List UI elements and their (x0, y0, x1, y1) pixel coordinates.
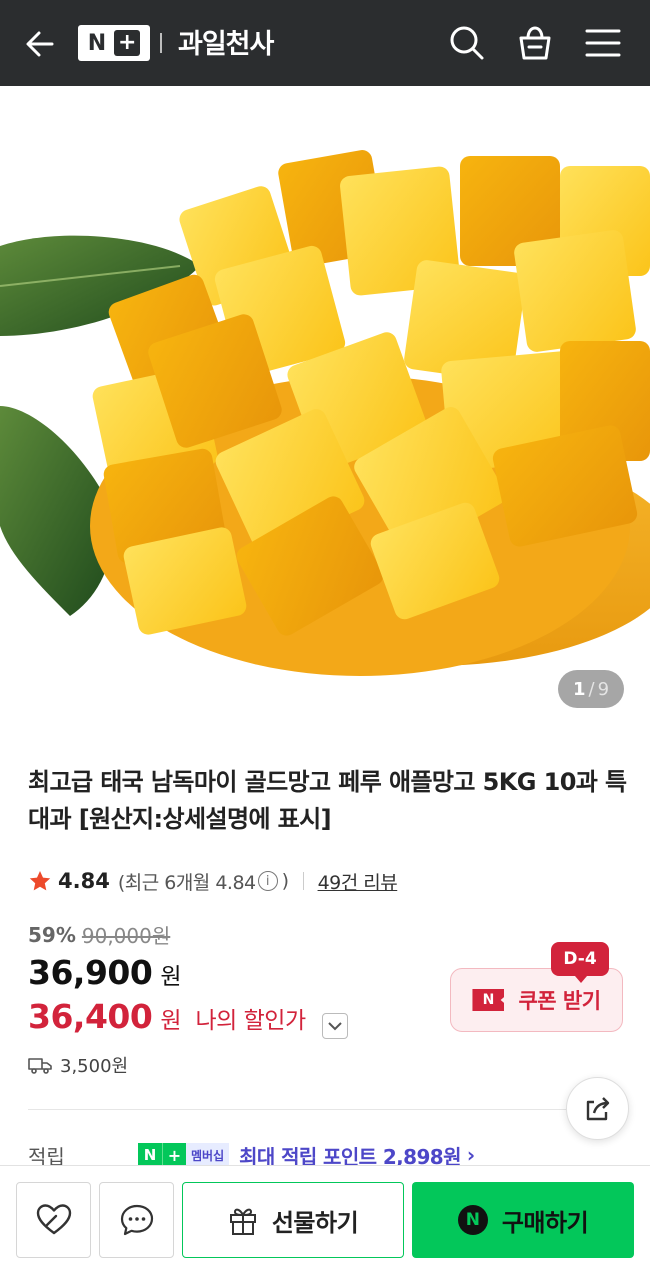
info-icon[interactable]: i (257, 871, 278, 891)
star-icon (29, 871, 51, 891)
image-counter-current: 1 (572, 678, 586, 700)
rating-recent-close: ) (281, 870, 289, 892)
sale-price-unit: 원 (160, 964, 182, 990)
shipping-row: 3,500원 (28, 1052, 128, 1078)
image-counter-separator: / (588, 678, 595, 700)
delivery-truck-icon (28, 1058, 52, 1074)
coupon-icon: N (472, 989, 505, 1011)
naver-pay-icon: N (457, 1205, 488, 1235)
reviews-link[interactable]: 49건 리뷰 (318, 868, 398, 895)
my-discount-label: 나의 할인가 (195, 1008, 307, 1034)
header-divider (160, 33, 162, 53)
buy-button[interactable]: N 구매하기 (412, 1182, 634, 1258)
sale-price: 36,900 (28, 953, 153, 992)
image-counter-total: 9 (597, 678, 610, 700)
shipping-fee: 3,500원 (60, 1056, 129, 1077)
chevron-down-icon[interactable] (321, 1013, 348, 1039)
chevron-right-icon: › (466, 1143, 475, 1167)
rating-divider (302, 872, 304, 890)
gift-button[interactable]: 선물하기 (182, 1182, 404, 1258)
price-row: 36,900 원 (28, 953, 182, 992)
naver-plus-membership-badge: N + 멤버십 (138, 1143, 230, 1167)
share-icon (586, 1096, 609, 1120)
original-price: 90,000원 (81, 924, 171, 948)
my-discount-price-unit: 원 (160, 1008, 182, 1034)
my-discount-price-row: 36,400 원 나의 할인가 (28, 997, 348, 1039)
section-divider (28, 1109, 622, 1110)
naver-plus-logo[interactable]: N + (78, 25, 150, 61)
menu-icon[interactable] (583, 23, 623, 63)
image-counter: 1 / 9 (558, 670, 624, 708)
my-discount-price: 36,400 (28, 997, 153, 1036)
share-button[interactable] (566, 1077, 629, 1140)
rating-score: 4.84 (58, 869, 110, 893)
badge-n: N (138, 1143, 162, 1167)
badge-plus: + (162, 1143, 186, 1167)
coupon-label: 쿠폰 받기 (518, 989, 601, 1013)
discount-row: 59% 90,000원 (28, 920, 170, 949)
logo-plus: + (114, 30, 141, 56)
wishlist-button[interactable] (16, 1182, 91, 1258)
dday-badge: D-4 (551, 942, 609, 983)
search-icon[interactable] (447, 23, 487, 63)
chat-bubble-icon (120, 1204, 153, 1236)
buy-button-label: 구매하기 (501, 1208, 589, 1237)
gift-icon (229, 1208, 256, 1235)
shopping-bag-icon[interactable] (515, 23, 555, 63)
logo-n: N (87, 30, 107, 56)
product-image[interactable] (0, 86, 650, 736)
talk-button[interactable] (99, 1182, 174, 1258)
rating-recent: (최근 6개월 4.84 (117, 871, 256, 894)
rating-row: 4.84 (최근 6개월 4.84 i ) 49건 리뷰 (28, 866, 398, 896)
back-arrow-icon[interactable] (22, 26, 58, 62)
gift-button-label: 선물하기 (271, 1208, 359, 1237)
store-name[interactable]: 과일천사 (178, 22, 274, 61)
product-title: 최고급 태국 남독마이 골드망고 페루 애플망고 5KG 10과 특대과 [원산… (28, 768, 627, 833)
heart-icon (36, 1204, 71, 1235)
coupon-button[interactable]: N 쿠폰 받기 (450, 968, 623, 1032)
mango-illustration (0, 150, 650, 676)
bottom-action-bar: 선물하기 N 구매하기 (0, 1165, 650, 1280)
discount-rate: 59% (28, 922, 76, 947)
badge-member: 멤버십 (186, 1143, 230, 1167)
top-app-bar: N + 과일천사 (0, 0, 650, 86)
